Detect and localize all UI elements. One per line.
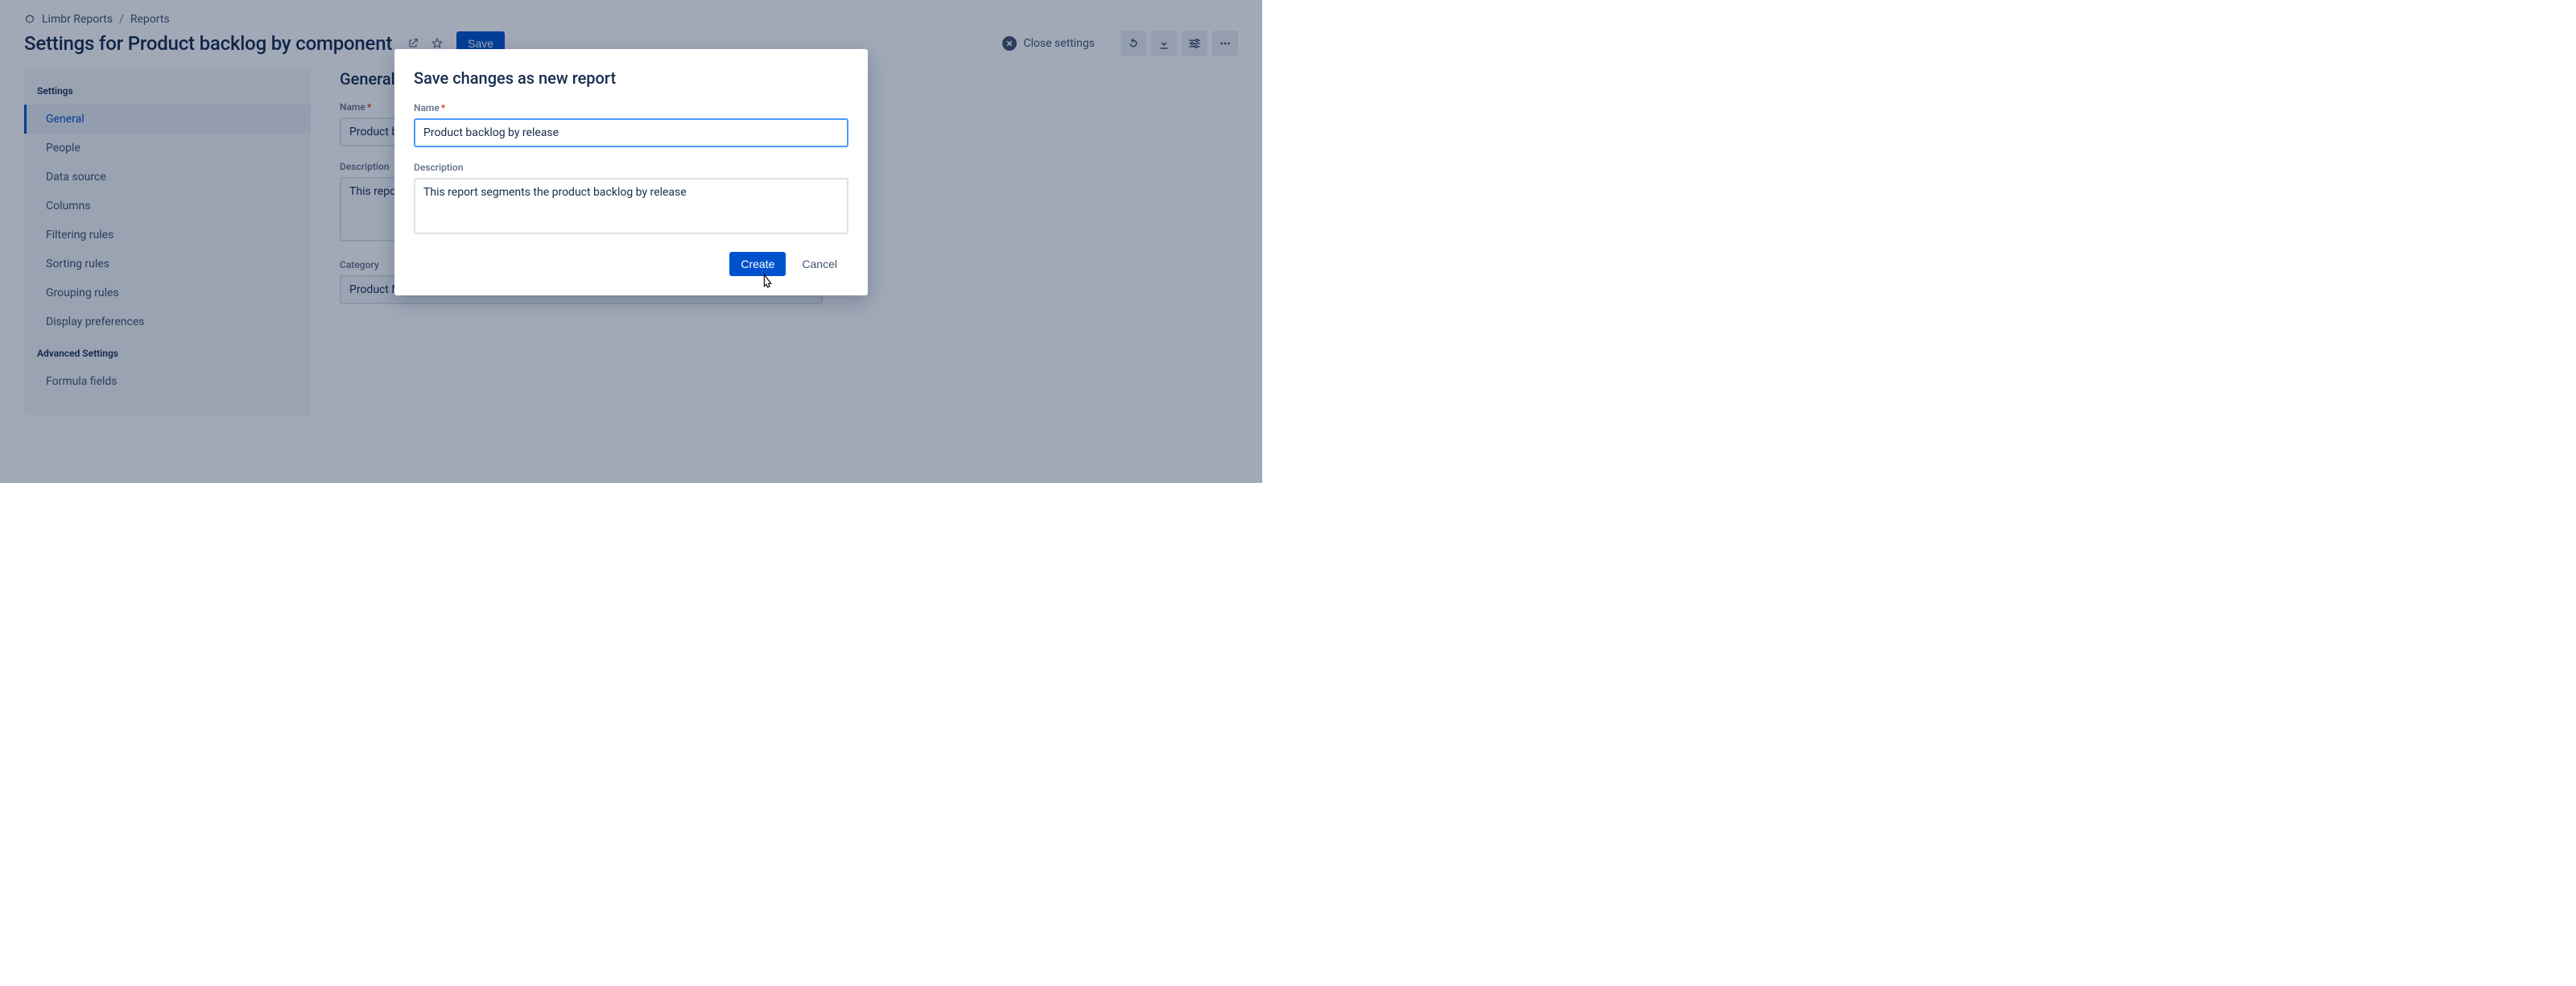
sidebar-item-datasource[interactable]: Data source	[24, 163, 311, 192]
required-asterisk: *	[367, 101, 371, 113]
close-icon	[1002, 36, 1017, 51]
page-title: Settings for Product backlog by componen…	[24, 32, 392, 55]
sidebar-heading-settings: Settings	[24, 85, 311, 105]
required-asterisk: *	[441, 102, 445, 113]
sidebar-item-people[interactable]: People	[24, 134, 311, 163]
refresh-icon[interactable]	[1121, 31, 1146, 56]
breadcrumb-reports[interactable]: Reports	[130, 13, 170, 26]
breadcrumb: Limbr Reports / Reports	[0, 0, 1262, 29]
sidebar-item-grouping[interactable]: Grouping rules	[24, 278, 311, 307]
sidebar-item-columns[interactable]: Columns	[24, 192, 311, 221]
create-button[interactable]: Create	[729, 252, 786, 276]
breadcrumb-app[interactable]: Limbr Reports	[42, 13, 113, 26]
modal-name-input[interactable]	[414, 118, 848, 147]
sidebar-heading-advanced: Advanced Settings	[24, 336, 311, 367]
more-icon[interactable]	[1212, 31, 1238, 56]
cancel-button[interactable]: Cancel	[791, 252, 848, 276]
modal-name-label: Name*	[414, 102, 848, 113]
save-as-new-modal: Save changes as new report Name* Descrip…	[394, 49, 868, 295]
sidebar-item-sorting[interactable]: Sorting rules	[24, 250, 311, 278]
download-icon[interactable]	[1151, 31, 1177, 56]
modal-description-textarea[interactable]: This report segments the product backlog…	[414, 178, 848, 234]
modal-title: Save changes as new report	[414, 68, 848, 88]
sidebar-item-formula[interactable]: Formula fields	[24, 367, 311, 396]
settings-icon[interactable]	[1182, 31, 1208, 56]
app-logo-icon	[24, 14, 35, 25]
breadcrumb-separator: /	[119, 13, 124, 26]
sidebar-item-filtering[interactable]: Filtering rules	[24, 221, 311, 250]
page-title-prefix: Settings for	[24, 32, 128, 55]
sidebar-item-display[interactable]: Display preferences	[24, 307, 311, 336]
sidebar-item-general[interactable]: General	[24, 105, 311, 134]
close-settings-button[interactable]: Close settings	[996, 31, 1101, 56]
settings-sidebar: Settings General People Data source Colu…	[24, 69, 311, 415]
modal-description-label: Description	[414, 162, 848, 173]
page-title-report: Product backlog by component	[128, 32, 392, 55]
close-settings-label: Close settings	[1023, 37, 1095, 50]
